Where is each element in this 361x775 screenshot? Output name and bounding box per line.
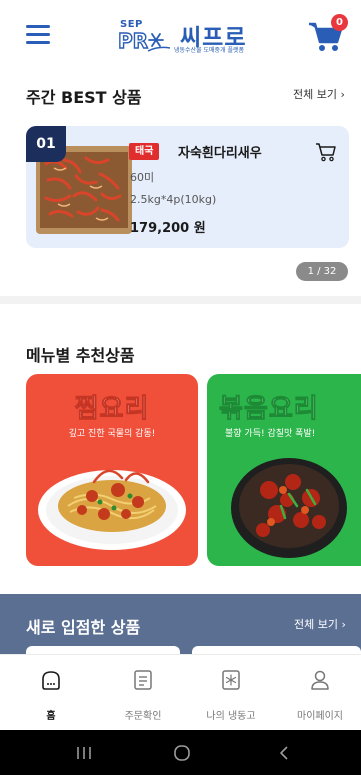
new-view-all-link[interactable]: 전체 보기 › — [294, 616, 346, 632]
order-list-icon — [134, 670, 152, 690]
tab-label: 나의 냉동고 — [206, 711, 256, 722]
tab-home[interactable]: 홈 — [6, 655, 96, 731]
brand-logo[interactable]: SEP PR 씨프로 냉동수산물 도매중개 플랫폼 — [118, 16, 258, 56]
origin-tag: 태국 — [129, 143, 160, 160]
menu-card-steamed[interactable]: 찜요리 깊고 진한 국물의 감동! — [26, 374, 198, 566]
menu-card-subtitle: 불향 가득! 감칠맛 폭발! — [225, 429, 316, 439]
tab-label: 마이페이지 — [297, 711, 343, 722]
carousel-pager: 1 / 32 — [296, 262, 348, 281]
hamburger-menu-icon[interactable] — [26, 25, 50, 45]
new-products-section: 새로 입점한 상품 전체 보기 › — [0, 594, 361, 656]
steamed-dish-image — [38, 469, 186, 550]
tab-label: 홈 — [46, 711, 56, 722]
home-icon — [42, 671, 60, 690]
product-price: 179,200 원 — [130, 221, 206, 236]
best-view-all-link[interactable]: 전체 보기 › — [293, 86, 345, 102]
new-section-title: 새로 입점한 상품 — [26, 618, 141, 637]
logo-subtitle: 냉동수산물 도매중개 플랫폼 — [174, 47, 245, 54]
user-icon — [311, 670, 329, 690]
app-header: SEP PR 씨프로 냉동수산물 도매중개 플랫폼 0 — [0, 0, 361, 70]
menu-card-title: 찜요리 — [74, 394, 150, 425]
tab-mypage[interactable]: 마이페이지 — [275, 655, 361, 731]
svg-text:PR: PR — [118, 29, 148, 52]
home-circle-icon[interactable] — [162, 742, 202, 764]
back-icon[interactable] — [264, 742, 304, 764]
rank-badge: 01 — [26, 126, 66, 162]
menu-card-stirfry[interactable]: 볶음요리 불향 가득! 감칠맛 폭발! — [207, 374, 361, 566]
recent-apps-icon[interactable] — [64, 742, 104, 764]
best-section-title: 주간 BEST 상품 — [26, 88, 142, 107]
tab-orders[interactable]: 주문확인 — [98, 655, 188, 731]
menu-card-subtitle: 깊고 진한 국물의 감동! — [68, 429, 156, 439]
system-navigation-bar — [0, 730, 361, 775]
bottom-tab-bar: 홈 주문확인 나의 냉동고 마이페이지 — [0, 654, 361, 730]
product-spec: 2.5kg*4p(10kg) — [130, 193, 217, 206]
tab-freezer[interactable]: 나의 냉동고 — [186, 655, 276, 731]
menu-card-title: 볶음요리 — [219, 394, 319, 425]
add-to-cart-icon[interactable] — [315, 141, 337, 163]
tab-label: 주문확인 — [124, 711, 162, 722]
stirfry-dish-image — [231, 458, 347, 558]
logo-pr-mark: PR — [118, 28, 170, 52]
menu-section-title: 메뉴별 추천상품 — [26, 346, 135, 365]
best-product-card[interactable]: 01 태국 자숙흰다리새우 60미 2.5kg*4p(10kg) 179,200… — [26, 126, 349, 248]
cart-count-badge: 0 — [331, 14, 348, 31]
product-name: 자숙흰다리새우 — [178, 146, 262, 161]
freezer-icon — [222, 670, 240, 690]
product-count: 60미 — [130, 171, 155, 184]
section-divider — [0, 296, 361, 304]
